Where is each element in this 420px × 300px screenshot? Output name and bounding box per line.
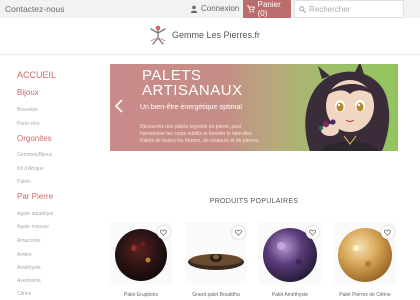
heart-icon bbox=[384, 229, 391, 236]
sidebar-subitem-stone[interactable]: Aventurine bbox=[17, 278, 41, 284]
banner-subtitle: Un bien-être énergétique optimal bbox=[140, 104, 242, 111]
search-icon bbox=[299, 5, 306, 13]
sidebar-item-accueil[interactable]: ACCUEIL bbox=[17, 70, 56, 80]
cart-button[interactable]: Panier (0) bbox=[243, 0, 291, 18]
product-card[interactable]: Grand palet Bouddha bbox=[185, 222, 247, 300]
brand-logo[interactable]: Gemme Les Pierres.fr bbox=[148, 23, 260, 47]
chevron-left-icon[interactable] bbox=[113, 98, 125, 114]
user-icon bbox=[190, 5, 198, 13]
sidebar-subitem-stone[interactable]: Ambre bbox=[17, 252, 32, 258]
login-link[interactable]: Connexion bbox=[190, 4, 239, 13]
sidebar-subitem-gemmes[interactable]: Gemmes/Bijoux bbox=[17, 152, 52, 158]
logo-icon bbox=[150, 25, 166, 45]
sidebar-subitem-kit[interactable]: Kit d'Afrique bbox=[17, 166, 44, 172]
heart-icon bbox=[309, 229, 316, 236]
brand-name: Gemme Les Pierres.fr bbox=[172, 30, 261, 40]
sidebar-subitem-bracelets[interactable]: Bracelets bbox=[17, 107, 38, 113]
banner-illustration bbox=[305, 64, 390, 151]
contact-link[interactable]: Contactez-nous bbox=[5, 4, 65, 14]
search-input[interactable] bbox=[309, 4, 399, 14]
hero-banner[interactable]: PALETS ARTISANAUX Un bien-être énergétiq… bbox=[110, 64, 398, 151]
favorite-button[interactable] bbox=[157, 226, 170, 239]
top-bar: Contactez-nous Connexion Panier (0) bbox=[0, 0, 420, 18]
product-name[interactable]: Palet Améthyste bbox=[253, 292, 327, 298]
favorite-button[interactable] bbox=[381, 226, 394, 239]
sidebar-subitem-stone[interactable]: Agate mousse bbox=[17, 224, 49, 230]
favorite-button[interactable] bbox=[232, 226, 245, 239]
banner-title: PALETS ARTISANAUX bbox=[142, 67, 243, 99]
sidebar-item-bijoux[interactable]: Bijoux bbox=[17, 88, 39, 97]
cart-label: Panier (0) bbox=[257, 0, 281, 18]
sidebar-subitem-stone[interactable]: Amazonite bbox=[17, 238, 41, 244]
sidebar-item-par-pierre[interactable]: Par Pierre bbox=[17, 192, 53, 201]
product-name[interactable]: Grand palet Bouddha bbox=[179, 292, 253, 298]
heart-icon bbox=[235, 229, 242, 236]
popular-products-title: PRODUITS POPULAIRES bbox=[209, 198, 299, 205]
sidebar-subitem-porte-cles[interactable]: Porte-clés bbox=[17, 121, 40, 127]
favorite-button[interactable] bbox=[306, 226, 319, 239]
login-label: Connexion bbox=[201, 4, 240, 13]
product-card[interactable]: Palet Améthyste bbox=[259, 222, 321, 300]
sidebar-subitem-palets[interactable]: Palets bbox=[17, 179, 31, 185]
product-card[interactable]: Palet Eruptions bbox=[110, 222, 172, 300]
product-card[interactable]: Palet Pierres de Citrine bbox=[334, 222, 396, 300]
sidebar-subitem-stone[interactable]: Citrine bbox=[17, 291, 31, 297]
product-name[interactable]: Palet Pierres de Citrine bbox=[328, 292, 402, 298]
heart-icon bbox=[160, 229, 167, 236]
sidebar-item-orgonites[interactable]: Orgonites bbox=[17, 134, 52, 143]
sidebar-subitem-stone[interactable]: Améthyste bbox=[17, 265, 41, 271]
banner-description: Découvrez nos palets orgonite en pierre,… bbox=[140, 124, 260, 144]
product-name[interactable]: Palet Eruptions bbox=[104, 292, 178, 298]
header-divider bbox=[0, 54, 420, 55]
search-box bbox=[294, 0, 404, 18]
sidebar-subitem-stone[interactable]: Agate aquatique bbox=[17, 211, 53, 217]
cart-icon bbox=[247, 5, 255, 13]
